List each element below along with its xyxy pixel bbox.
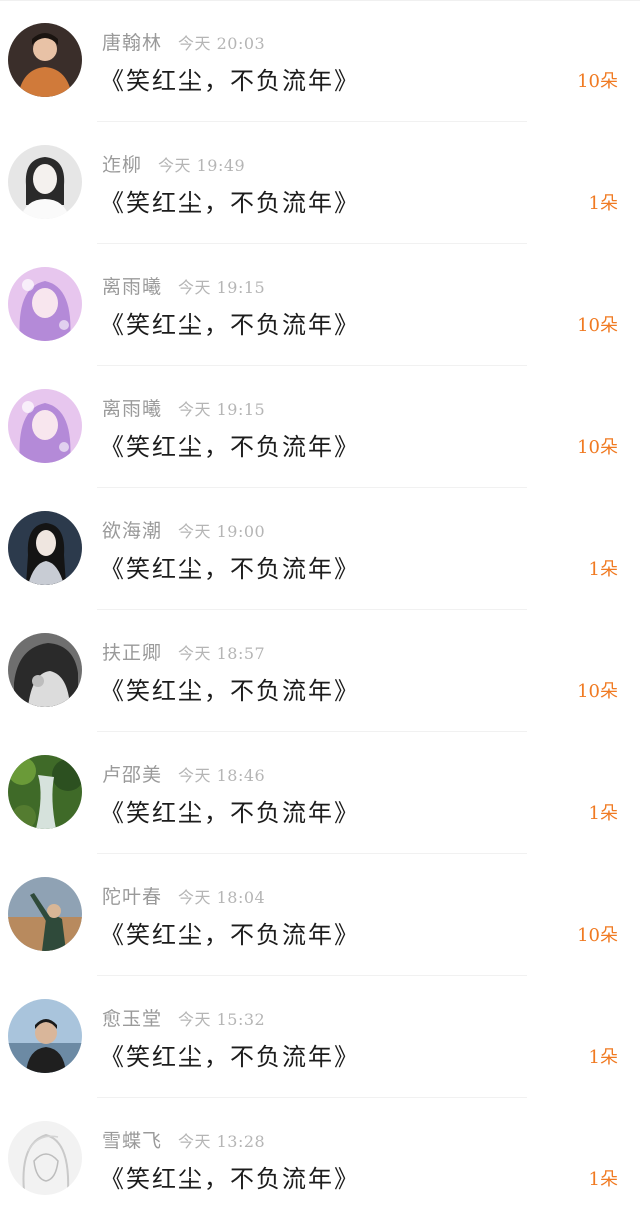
avatar[interactable]: [8, 511, 82, 585]
record-meta: 离雨曦 今天 19:15: [102, 274, 265, 300]
record-time: 今天 19:15: [178, 400, 266, 419]
record-title: 《笑红尘，不负流年》: [100, 921, 360, 949]
record-time: 今天 18:57: [178, 644, 266, 663]
avatar[interactable]: [8, 633, 82, 707]
record-time: 今天 19:49: [158, 156, 246, 175]
list-item[interactable]: 扶正卿 今天 18:57 《笑红尘，不负流年》 10朵: [0, 610, 640, 732]
record-meta: 陀叶春 今天 18:04: [102, 884, 265, 910]
sender-name[interactable]: 陀叶春: [102, 886, 162, 908]
sender-name[interactable]: 迮柳: [102, 154, 142, 176]
avatar[interactable]: [8, 755, 82, 829]
gift-record-list: 唐翰林 今天 20:03 《笑红尘，不负流年》 10朵 迮柳 今天 19:49 《笑…: [0, 0, 640, 1220]
record-time: 今天 19:00: [178, 522, 266, 541]
record-time: 今天 20:03: [178, 34, 266, 53]
avatar-portrait-icon: [8, 633, 82, 707]
record-time: 今天 13:28: [178, 1132, 266, 1151]
avatar[interactable]: [8, 877, 82, 951]
flower-count: 10朵: [577, 315, 618, 336]
record-title: 《笑红尘，不负流年》: [100, 1165, 360, 1193]
avatar-portrait-icon: [8, 145, 82, 219]
sender-name[interactable]: 唐翰林: [102, 32, 162, 54]
record-time: 今天 15:32: [178, 1010, 266, 1029]
avatar[interactable]: [8, 999, 82, 1073]
avatar[interactable]: [8, 145, 82, 219]
flower-count: 10朵: [577, 71, 618, 92]
flower-count: 10朵: [577, 437, 618, 458]
flower-count: 10朵: [577, 925, 618, 946]
record-meta: 离雨曦 今天 19:15: [102, 396, 265, 422]
sender-name[interactable]: 扶正卿: [102, 642, 162, 664]
record-meta: 唐翰林 今天 20:03: [102, 30, 265, 56]
list-item[interactable]: 陀叶春 今天 18:04 《笑红尘，不负流年》 10朵: [0, 854, 640, 976]
avatar-portrait-icon: [8, 511, 82, 585]
avatar-portrait-icon: [8, 999, 82, 1073]
sender-name[interactable]: 离雨曦: [102, 398, 162, 420]
avatar[interactable]: [8, 267, 82, 341]
record-time: 今天 18:04: [178, 888, 266, 907]
flower-count: 1朵: [588, 559, 618, 580]
record-time: 今天 19:15: [178, 278, 266, 297]
record-meta: 欲海潮 今天 19:00: [102, 518, 265, 544]
avatar-anime-girl-icon: [8, 267, 82, 341]
record-title: 《笑红尘，不负流年》: [100, 799, 360, 827]
record-meta: 迮柳 今天 19:49: [102, 152, 245, 178]
record-title: 《笑红尘，不负流年》: [100, 189, 360, 217]
list-item[interactable]: 迮柳 今天 19:49 《笑红尘，不负流年》 1朵: [0, 122, 640, 244]
list-item[interactable]: 唐翰林 今天 20:03 《笑红尘，不负流年》 10朵: [0, 0, 640, 122]
avatar[interactable]: [8, 23, 82, 97]
list-item[interactable]: 愈玉堂 今天 15:32 《笑红尘，不负流年》 1朵: [0, 976, 640, 1098]
avatar-portrait-icon: [8, 877, 82, 951]
flower-count: 1朵: [588, 193, 618, 214]
avatar-portrait-icon: [8, 23, 82, 97]
record-meta: 愈玉堂 今天 15:32: [102, 1006, 265, 1032]
record-title: 《笑红尘，不负流年》: [100, 433, 360, 461]
avatar[interactable]: [8, 389, 82, 463]
list-item[interactable]: 离雨曦 今天 19:15 《笑红尘，不负流年》 10朵: [0, 244, 640, 366]
record-title: 《笑红尘，不负流年》: [100, 67, 360, 95]
record-meta: 扶正卿 今天 18:57: [102, 640, 265, 666]
flower-count: 1朵: [588, 803, 618, 824]
record-time: 今天 18:46: [178, 766, 266, 785]
avatar[interactable]: [8, 1121, 82, 1195]
record-meta: 雪蝶飞 今天 13:28: [102, 1128, 265, 1154]
avatar-sketch-icon: [8, 1121, 82, 1195]
sender-name[interactable]: 离雨曦: [102, 276, 162, 298]
record-title: 《笑红尘，不负流年》: [100, 1043, 360, 1071]
record-title: 《笑红尘，不负流年》: [100, 677, 360, 705]
sender-name[interactable]: 愈玉堂: [102, 1008, 162, 1030]
flower-count: 10朵: [577, 681, 618, 702]
record-title: 《笑红尘，不负流年》: [100, 555, 360, 583]
sender-name[interactable]: 卢邵美: [102, 764, 162, 786]
record-title: 《笑红尘，不负流年》: [100, 311, 360, 339]
record-meta: 卢邵美 今天 18:46: [102, 762, 265, 788]
flower-count: 1朵: [588, 1047, 618, 1068]
list-item[interactable]: 卢邵美 今天 18:46 《笑红尘，不负流年》 1朵: [0, 732, 640, 854]
avatar-anime-girl-icon: [8, 389, 82, 463]
avatar-waterfall-icon: [8, 755, 82, 829]
sender-name[interactable]: 雪蝶飞: [102, 1130, 162, 1152]
sender-name[interactable]: 欲海潮: [102, 520, 162, 542]
flower-count: 1朵: [588, 1169, 618, 1190]
list-item[interactable]: 欲海潮 今天 19:00 《笑红尘，不负流年》 1朵: [0, 488, 640, 610]
list-item[interactable]: 离雨曦 今天 19:15 《笑红尘，不负流年》 10朵: [0, 366, 640, 488]
